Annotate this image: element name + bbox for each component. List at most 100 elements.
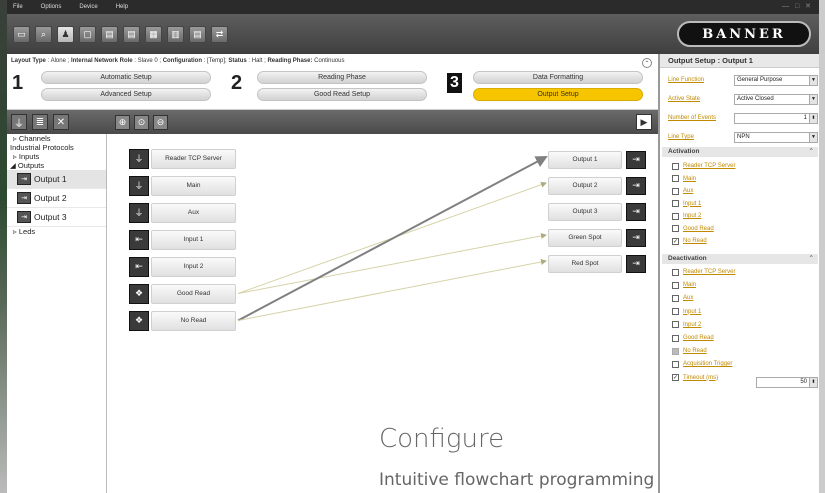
inspect-icon[interactable]: ⌕ <box>35 25 52 43</box>
monitor-icon[interactable]: ▤ <box>101 25 118 43</box>
line-function-select[interactable]: General Purpose ▼ <box>734 74 818 86</box>
checkbox-icon[interactable] <box>672 268 679 276</box>
play-icon[interactable]: ▶ <box>636 114 652 130</box>
tree-item-inputs[interactable]: ▹ Inputs <box>7 152 106 161</box>
deactivation-no-read[interactable]: No Read <box>672 346 707 356</box>
checkbox-icon[interactable] <box>672 347 679 355</box>
timeout-stepper[interactable]: 50 ⬍ <box>756 376 818 388</box>
spin-icon[interactable]: ⬍ <box>809 377 817 387</box>
source-reader-tcp-server[interactable]: ⏚ Reader TCP Server <box>129 147 236 170</box>
tree-item-output-3[interactable]: ⇥ Output 3 <box>7 208 106 227</box>
source-input-1[interactable]: ⇤ Input 1 <box>129 228 236 251</box>
tree-item-output-2[interactable]: ⇥ Output 2 <box>7 189 106 208</box>
output-icon: ⇥ <box>17 192 31 204</box>
window-icon[interactable]: ▢ <box>79 25 96 43</box>
menu-options[interactable]: Options <box>41 4 62 10</box>
source-good-read[interactable]: ❖ Good Read <box>129 282 236 305</box>
wire-no-read-to-output-1[interactable] <box>237 156 548 322</box>
plug-icon[interactable]: ⏚ <box>11 114 27 130</box>
zoom-in-icon[interactable]: ⊕ <box>115 114 130 130</box>
activation-reader-tcp-server[interactable]: Reader TCP Server <box>672 161 735 171</box>
activation-good-read[interactable]: Good Read <box>672 224 714 234</box>
data-formatting-button[interactable]: Data Formatting <box>473 71 643 84</box>
monitor-export-icon[interactable]: ▤ <box>123 25 140 43</box>
checkbox-icon[interactable] <box>672 308 679 316</box>
zoom-reset-icon[interactable]: ⊙ <box>134 114 149 130</box>
monitor-send-icon[interactable]: ▤ <box>189 25 206 43</box>
checkbox-icon[interactable] <box>672 360 679 368</box>
checkbox-checked-icon[interactable]: ✓ <box>672 374 679 382</box>
checkbox-icon[interactable] <box>672 281 679 289</box>
source-input-2[interactable]: ⇤ Input 2 <box>129 255 236 278</box>
source-aux[interactable]: ⏚ Aux <box>129 201 236 224</box>
camera-icon[interactable]: ▭ <box>13 25 30 43</box>
menu-help[interactable]: Help <box>116 4 128 10</box>
monitor-stats-icon[interactable]: ▥ <box>167 25 184 43</box>
wire-good-read-to-green-spot[interactable] <box>237 232 547 294</box>
deactivation-header[interactable]: Deactivation ⌃ <box>662 254 818 264</box>
zoom-out-icon[interactable]: ⊖ <box>153 114 168 130</box>
activation-main[interactable]: Main <box>672 174 696 184</box>
menu-device[interactable]: Device <box>79 4 97 10</box>
checkbox-icon[interactable] <box>672 334 679 342</box>
activation-input-2[interactable]: Input 2 <box>672 211 701 221</box>
target-output-2[interactable]: Output 2 ⇥ <box>548 174 646 197</box>
activation-input-1[interactable]: Input 1 <box>672 199 701 209</box>
menu-file[interactable]: File <box>13 4 23 10</box>
checkbox-icon[interactable] <box>672 187 679 195</box>
deactivation-reader-tcp-server[interactable]: Reader TCP Server <box>672 267 735 277</box>
user-config-icon[interactable]: ♟ <box>57 25 74 43</box>
tree-toolbar: ⏚ ≣ ✕ <box>7 110 107 134</box>
checkbox-icon[interactable] <box>672 321 679 329</box>
active-state-select[interactable]: Active Closed ▼ <box>734 93 818 105</box>
tree-item-industrial-protocols[interactable]: Industrial Protocols <box>7 143 106 152</box>
deactivation-input-1[interactable]: Input 1 <box>672 307 701 317</box>
number-of-events-stepper[interactable]: 1 ⬍ <box>734 112 818 124</box>
dropdown-icon: ▼ <box>809 132 817 142</box>
dropdown-icon: ▼ <box>809 94 817 104</box>
checkbox-icon[interactable] <box>672 200 679 207</box>
list-icon[interactable]: ≣ <box>32 114 48 130</box>
tree-item-output-1[interactable]: ⇥ Output 1 <box>7 170 106 189</box>
tree-item-outputs[interactable]: ◢ Outputs <box>7 161 106 170</box>
output-setup-button[interactable]: Output Setup <box>473 88 643 101</box>
deactivation-acquisition-trigger[interactable]: Acquisition Trigger <box>672 359 732 369</box>
advanced-setup-button[interactable]: Advanced Setup <box>41 88 211 101</box>
target-green-spot[interactable]: Green Spot ⇥ <box>548 226 646 249</box>
target-output-1[interactable]: Output 1 ⇥ <box>548 148 646 171</box>
checkbox-icon[interactable] <box>672 294 679 302</box>
deactivation-aux[interactable]: Aux <box>672 293 693 303</box>
reading-phase-button[interactable]: Reading Phase <box>257 71 427 84</box>
tree-item-leds[interactable]: ▹ Leds <box>7 227 106 236</box>
close-icon[interactable]: ✕ <box>53 114 69 130</box>
checkbox-icon[interactable] <box>672 162 679 170</box>
canvas-toolbar: ⊕ ⊙ ⊖ ▶ <box>107 110 658 134</box>
tree-item-channels[interactable]: ▹ Channels <box>7 134 106 143</box>
target-output-3[interactable]: Output 3 ⇥ <box>548 200 646 223</box>
input-icon: ⇤ <box>129 256 149 277</box>
target-red-spot[interactable]: Red Spot ⇥ <box>548 252 646 275</box>
source-no-read[interactable]: ❖ No Read <box>129 309 236 332</box>
deactivation-timeout-ms[interactable]: ✓ Timeout (ms) <box>672 373 718 383</box>
wire-no-read-to-red-spot[interactable] <box>237 259 547 321</box>
deactivation-input-2[interactable]: Input 2 <box>672 320 701 330</box>
checkbox-icon[interactable] <box>672 212 679 220</box>
ethernet-plug-icon: ⏚ <box>129 202 149 223</box>
activation-aux[interactable]: Aux <box>672 186 693 196</box>
activation-no-read[interactable]: ✓ No Read <box>672 236 707 246</box>
window-controls[interactable]: — □ ✕ <box>782 2 813 10</box>
checkbox-icon[interactable] <box>672 225 679 232</box>
monitor-import-icon[interactable]: ▦ <box>145 25 162 43</box>
automatic-setup-button[interactable]: Automatic Setup <box>41 71 211 84</box>
source-main[interactable]: ⏚ Main <box>129 174 236 197</box>
network-icon[interactable]: ⇄ <box>211 25 228 43</box>
checkbox-icon[interactable] <box>672 175 679 182</box>
checkbox-checked-icon[interactable]: ✓ <box>672 237 679 245</box>
line-type-select[interactable]: NPN ▼ <box>734 131 818 143</box>
deactivation-good-read[interactable]: Good Read <box>672 333 714 343</box>
activation-header[interactable]: Activation ⌃ <box>662 147 818 157</box>
good-read-setup-button[interactable]: Good Read Setup <box>257 88 427 101</box>
spin-icon[interactable]: ⬍ <box>809 113 817 123</box>
deactivation-main[interactable]: Main <box>672 280 696 290</box>
collapse-icon[interactable]: ⌃ <box>642 58 652 68</box>
